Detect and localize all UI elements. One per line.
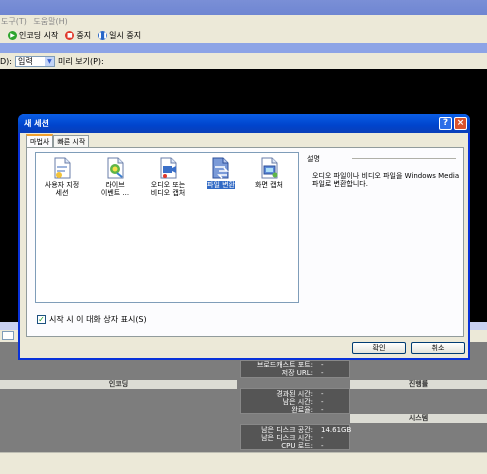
app-title-bar: [0, 0, 487, 15]
wizard-capture-line2: 비디오 캡처: [150, 189, 186, 197]
input-field[interactable]: [2, 331, 14, 340]
help-icon: ?: [442, 118, 449, 128]
stop-label: 중지: [76, 31, 92, 40]
wizard-screen-capture[interactable]: 화면 캡처: [246, 157, 292, 189]
live-event-icon: [107, 157, 124, 179]
start-encoding-button[interactable]: ▶ 인코딩 시작: [8, 30, 58, 41]
disk-time-value: -: [321, 434, 324, 442]
elapsed-value: -: [321, 390, 324, 398]
wizard-capture-line1: 오디오 또는: [150, 181, 186, 189]
completed-value: -: [321, 406, 324, 414]
screen-capture-icon: [261, 157, 278, 179]
completed-label: 완료율:: [291, 406, 313, 414]
pause-icon: ❚❚: [97, 31, 108, 40]
elapsed-label: 경과된 시간:: [276, 390, 313, 398]
disk-free-value: 14.61GB: [321, 426, 352, 434]
stop-button[interactable]: ■ 중지: [65, 30, 91, 41]
capture-icon: [160, 157, 177, 179]
broadcast-port-label: 브로드캐스트 포트:: [256, 361, 313, 369]
show-on-start-label: 시작 시 이 대화 상자 표시(S): [49, 315, 147, 324]
archive-url-value: -: [321, 369, 324, 377]
remaining-value: -: [321, 398, 324, 406]
menu-tools[interactable]: 도구(T): [1, 17, 27, 26]
description-divider: [352, 158, 456, 159]
close-button[interactable]: ×: [454, 117, 467, 130]
wizard-list: 사용자 지정 세션 라이브 이벤트 ... 오디오 또는 비디오 캡처 파일 변…: [35, 152, 299, 303]
source-prefix: D):: [0, 56, 12, 66]
source-select[interactable]: 입력 ▼: [14, 55, 55, 67]
pause-button[interactable]: ❚❚ 일시 중지: [98, 30, 141, 41]
cpu-value: -: [321, 442, 324, 450]
system-box: 남은 디스크 공간: 14.61GB 남은 디스크 시간: - CPU 로드: …: [240, 424, 352, 450]
wizard-live-event-line2: 이벤트 ...: [100, 189, 130, 197]
wizard-file-convert-line1: 파일 변환: [207, 181, 235, 189]
description-title: 설명: [307, 155, 320, 163]
status-bar: [0, 452, 487, 474]
source-bar: D): 입력 ▼ 미리 보기(P):: [0, 53, 487, 69]
show-on-start-checkbox[interactable]: ✓ 시작 시 이 대화 상자 표시(S): [37, 314, 147, 325]
system-header: 시스템: [350, 414, 487, 423]
custom-session-icon: [54, 157, 71, 179]
menu-bar: 도구(T) 도움말(H): [0, 15, 487, 28]
wizard-custom-session-line2: 세션: [55, 189, 69, 197]
progress-header: 진행률: [350, 380, 487, 389]
wizard-live-event-label: 라이브 이벤트 ...: [101, 181, 129, 197]
new-session-dialog: 새 세션 ? × 마법사 빠른 시작 사용자 지정 세션 라이브 이벤트 ...…: [18, 114, 470, 360]
cpu-label: CPU 로드:: [281, 442, 313, 450]
encoding-header: 인코딩: [0, 380, 237, 389]
broadcast-box: 브로드캐스트 포트: - 저장 URL: -: [240, 360, 350, 378]
wizard-capture-label: 오디오 또는 비디오 캡처: [151, 181, 185, 197]
pause-label: 일시 중지: [109, 31, 142, 40]
wizard-file-convert[interactable]: 파일 변환: [198, 157, 244, 189]
wizard-screen-capture-line1: 화면 캡처: [255, 181, 283, 189]
cancel-button[interactable]: 취소: [411, 342, 465, 354]
dialog-title-bar[interactable]: 새 세션 ? ×: [18, 114, 470, 133]
checkmark-icon: ✓: [37, 315, 46, 324]
wizard-file-convert-label: 파일 변환: [207, 181, 235, 189]
remaining-label: 남은 시간:: [282, 398, 313, 406]
play-icon: ▶: [8, 31, 17, 40]
dialog-title: 새 세션: [24, 119, 49, 128]
preview-label: 미리 보기(P):: [57, 56, 104, 66]
tab-panel: 사용자 지정 세션 라이브 이벤트 ... 오디오 또는 비디오 캡처 파일 변…: [26, 147, 464, 337]
wizard-custom-session-label: 사용자 지정 세션: [45, 181, 79, 197]
source-select-value: 입력: [17, 56, 33, 66]
disk-free-label: 남은 디스크 공간:: [261, 426, 313, 434]
file-convert-icon: [212, 157, 229, 179]
wizard-capture[interactable]: 오디오 또는 비디오 캡처: [145, 157, 191, 197]
wizard-live-event-line1: 라이브: [105, 181, 125, 189]
wizard-screen-capture-label: 화면 캡처: [255, 181, 283, 189]
stop-icon: ■: [65, 31, 75, 40]
close-icon: ×: [456, 118, 465, 128]
ok-button[interactable]: 확인: [352, 342, 406, 354]
description-text: 오디오 파일이나 비디오 파일을 Windows Media 파일로 변환합니다…: [312, 172, 460, 188]
wizard-custom-session[interactable]: 사용자 지정 세션: [39, 157, 85, 197]
tab-wizard[interactable]: 마법사: [26, 134, 54, 148]
broadcast-port-value: -: [321, 361, 324, 369]
chevron-down-icon: ▼: [44, 56, 54, 66]
toolbar: ▶ 인코딩 시작 ■ 중지 ❚❚ 일시 중지: [0, 28, 487, 43]
help-button[interactable]: ?: [439, 117, 452, 130]
menu-help[interactable]: 도움말(H): [33, 17, 67, 26]
disk-time-label: 남은 디스크 시간:: [261, 434, 313, 442]
start-encoding-label: 인코딩 시작: [19, 31, 59, 40]
progress-box: 경과된 시간: - 남은 시간: - 완료율: -: [240, 388, 350, 414]
wizard-custom-session-line1: 사용자 지정: [44, 181, 80, 189]
archive-url-label: 저장 URL:: [281, 369, 313, 377]
panel-header-bar: [0, 43, 487, 53]
wizard-live-event[interactable]: 라이브 이벤트 ...: [92, 157, 138, 197]
